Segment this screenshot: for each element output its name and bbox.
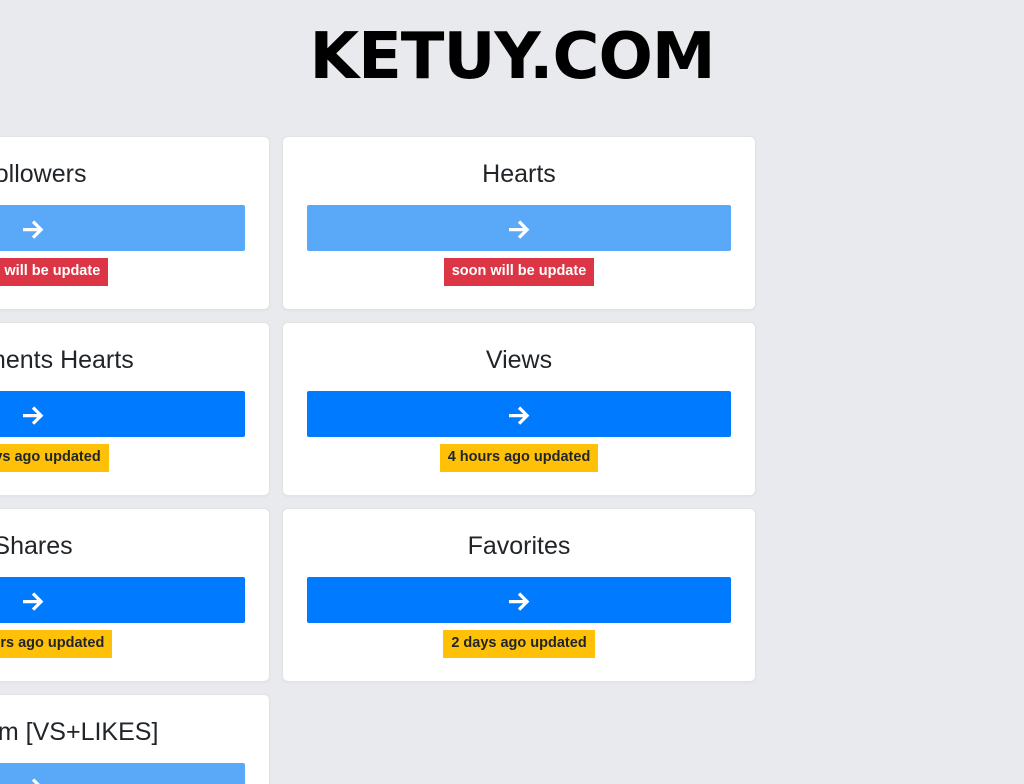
service-card-badge-row: soon will be update xyxy=(0,258,245,286)
service-card-title: Comments Hearts xyxy=(0,346,134,374)
service-card[interactable]: Followers soon will be update xyxy=(0,136,270,310)
status-badge: 2 days ago updated xyxy=(0,444,109,472)
service-card[interactable]: Shares 4 hours ago updated xyxy=(0,508,270,682)
service-card-action-button[interactable] xyxy=(307,391,731,437)
service-card-action-button[interactable] xyxy=(307,577,731,623)
status-badge: soon will be update xyxy=(0,258,109,286)
service-card-action-button[interactable] xyxy=(0,577,245,623)
service-card[interactable]: Views 4 hours ago updated xyxy=(282,322,756,496)
arrow-right-icon xyxy=(20,401,46,427)
service-card[interactable]: Favorites 2 days ago updated xyxy=(282,508,756,682)
service-card-badge-row: 4 hours ago updated xyxy=(0,630,245,658)
card-grid-viewport: Followers soon will be update Hearts soo… xyxy=(0,136,1024,784)
service-card-action-button[interactable] xyxy=(0,763,245,784)
service-card-action-button[interactable] xyxy=(0,391,245,437)
page-root: KETUY.COM Followers soon will be update … xyxy=(0,0,1024,784)
service-card-title: Followers xyxy=(0,160,87,188)
service-card[interactable]: Comments Hearts 2 days ago updated xyxy=(0,322,270,496)
service-card-title: Shares xyxy=(0,532,73,560)
arrow-right-icon xyxy=(506,587,532,613)
service-card[interactable]: Hearts soon will be update xyxy=(282,136,756,310)
service-card-title: Hearts xyxy=(482,160,556,188)
card-grid: Followers soon will be update Hearts soo… xyxy=(0,136,1024,784)
service-card-badge-row: soon will be update xyxy=(307,258,731,286)
service-card[interactable]: Instagram [VS+LIKES] soon will be update xyxy=(0,694,270,784)
service-card-badge-row: 4 hours ago updated xyxy=(307,444,731,472)
service-card-title: Instagram [VS+LIKES] xyxy=(0,718,159,746)
arrow-right-icon xyxy=(506,215,532,241)
status-badge: 4 hours ago updated xyxy=(0,630,113,658)
status-badge: 2 days ago updated xyxy=(443,630,595,658)
site-header: KETUY.COM xyxy=(0,0,1024,102)
service-card-badge-row: 2 days ago updated xyxy=(307,630,731,658)
service-card-badge-row: 2 days ago updated xyxy=(0,444,245,472)
arrow-right-icon xyxy=(506,401,532,427)
service-card-action-button[interactable] xyxy=(0,205,245,251)
arrow-right-icon xyxy=(20,215,46,241)
status-badge: 4 hours ago updated xyxy=(439,444,599,472)
service-card-title: Favorites xyxy=(467,532,571,560)
arrow-right-icon xyxy=(20,587,46,613)
service-card-action-button[interactable] xyxy=(307,205,731,251)
arrow-right-icon xyxy=(20,773,46,784)
service-card-title: Views xyxy=(485,346,553,374)
page-title: KETUY.COM xyxy=(309,20,715,94)
status-badge: soon will be update xyxy=(443,258,595,286)
